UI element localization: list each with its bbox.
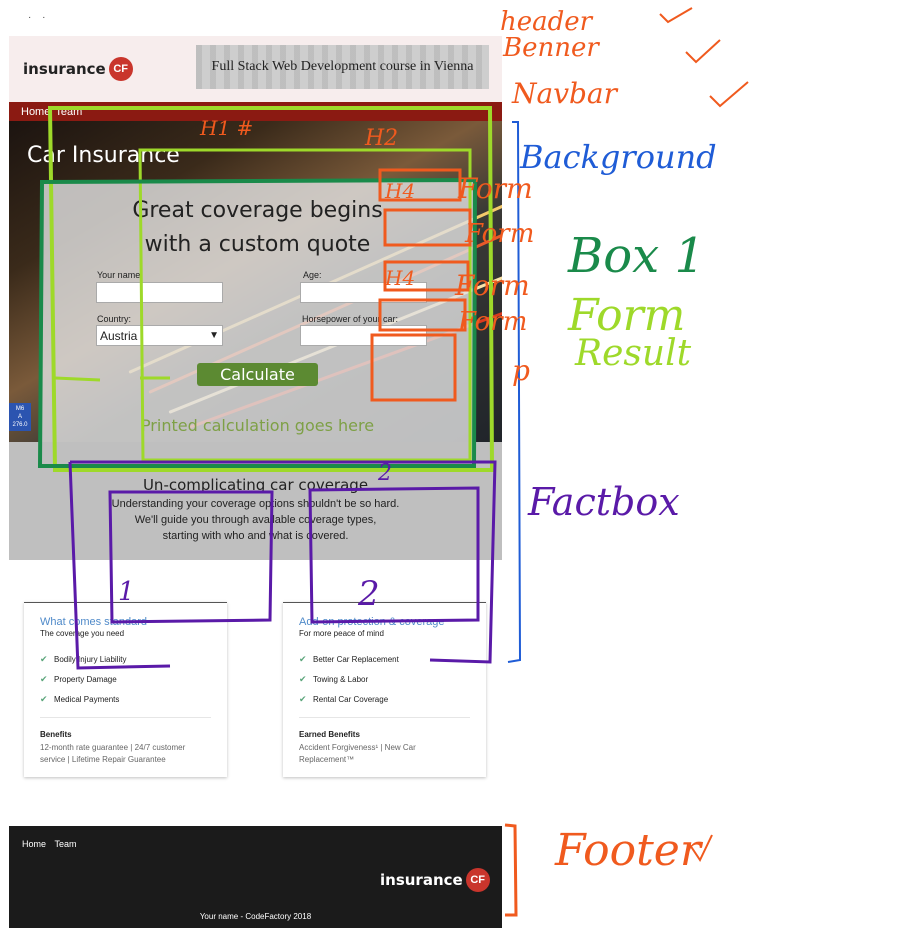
annotation-background: Background [519, 138, 717, 176]
card-subtitle: The coverage you need [40, 629, 125, 638]
check-icon: ✔ [40, 693, 48, 704]
list-item-label: Rental Car Coverage [313, 694, 389, 704]
logo-text: insurance [380, 871, 463, 889]
list-item: ✔ Property Damage [40, 669, 211, 689]
coverage-card-addon: Add-on protection & coverage For more pe… [283, 602, 486, 777]
annotation-footer: Footer [554, 825, 704, 876]
factbox: Un-complicating car coverage Understandi… [9, 442, 502, 560]
annotation-form-green: Form [567, 290, 685, 341]
benefit-text: 12-month rate guarantee | 24/7 customer … [40, 743, 186, 764]
list-item-label: Medical Payments [54, 694, 120, 704]
check-icon [709, 81, 749, 108]
logo-text: insurance [23, 60, 106, 78]
annotation-footer-bracket [504, 823, 518, 917]
annotation-background-bracket [507, 121, 522, 663]
sign-line: M6 [15, 406, 25, 412]
sign-line: 276.0 [12, 422, 28, 428]
name-input[interactable] [96, 282, 223, 303]
country-select[interactable]: Austria ▼ [96, 325, 223, 346]
benefit-text: Accident Forgiveness¹ | New Car Replacem… [299, 743, 416, 764]
coverage-list: ✔ Better Car Replacement ✔ Towing & Labor … [299, 649, 470, 709]
nav-link-home[interactable]: Home [21, 106, 50, 118]
age-label: Age: [303, 270, 322, 280]
annotation-box1: Box 1 [567, 228, 705, 284]
footer: Home Team insurance CF Your name - CodeF… [9, 826, 502, 928]
nav-link-team[interactable]: Team [55, 106, 82, 118]
list-item: ✔ Better Car Replacement [299, 649, 470, 669]
check-icon: ✔ [299, 673, 307, 684]
coverage-list: ✔ Bodily Injury Liability ✔ Property Damag… [40, 649, 211, 709]
annotation-p: p [512, 354, 530, 387]
annotation-header: header [500, 7, 594, 37]
check-icon: ✔ [40, 653, 48, 664]
form-heading: Great coverage begins with a custom quot… [42, 194, 473, 262]
divider [299, 717, 470, 718]
card-subtitle: For more peace of mind [299, 629, 384, 638]
factbox-line: starting with who and what is covered. [162, 530, 349, 542]
list-item-label: Towing & Labor [313, 674, 369, 684]
header-logo[interactable]: insurance CF [23, 57, 133, 81]
factbox-line: Understanding your coverage options shou… [111, 498, 400, 510]
logo-badge: CF [465, 868, 490, 892]
quote-form-box: Great coverage begins with a custom quot… [42, 180, 473, 442]
country-value: Austria [100, 328, 138, 343]
chevron-down-icon: ▼ [209, 330, 219, 341]
card-title: What comes standard [40, 616, 147, 628]
footer-copyright: Your name - CodeFactory 2018 [199, 912, 312, 921]
benefit-title: Earned Benefits [299, 730, 360, 739]
check-icon [659, 7, 693, 24]
annotation-result: Result [574, 333, 692, 374]
country-label: Country: [97, 314, 132, 324]
footer-link-home[interactable]: Home [22, 839, 46, 849]
road-sign: M6 A 276.0 [9, 403, 31, 431]
footer-link-team[interactable]: Team [54, 839, 76, 849]
list-item: ✔ Rental Car Coverage [299, 689, 470, 709]
result-text: Printed calculation goes here [140, 416, 375, 435]
navbar: Home Team [9, 102, 502, 121]
check-icon: ✔ [299, 653, 307, 664]
sign-line: A [17, 414, 22, 420]
name-label: Your name: [97, 270, 143, 280]
horsepower-input[interactable] [300, 325, 427, 346]
check-icon [685, 39, 721, 64]
calculate-button[interactable]: Calculate [197, 363, 318, 386]
check-icon [689, 834, 713, 863]
annotation-banner: Benner [502, 33, 600, 63]
age-input[interactable] [300, 282, 427, 303]
list-item-label: Better Car Replacement [313, 654, 399, 664]
horsepower-label: Horsepower of your car: [302, 314, 399, 324]
footer-nav: Home Team [22, 834, 80, 852]
annotation-factbox: Factbox [527, 480, 680, 524]
top-marks: · · [28, 12, 50, 23]
list-item: ✔ Medical Payments [40, 689, 211, 709]
header: insurance CF Full Stack Web Development … [9, 36, 502, 102]
factbox-title: Un-complicating car coverage [142, 476, 369, 494]
check-icon: ✔ [299, 693, 307, 704]
banner[interactable]: Full Stack Web Development course in Vie… [196, 45, 489, 89]
list-item: ✔ Bodily Injury Liability [40, 649, 211, 669]
page-title: Car Insurance [27, 143, 180, 168]
banner-text: Full Stack Web Development course in Vie… [211, 59, 474, 74]
check-icon: ✔ [40, 673, 48, 684]
form-heading-line: Great coverage begins [132, 198, 383, 223]
card-title: Add-on protection & coverage [299, 616, 445, 628]
factbox-line: We'll guide you through available covera… [134, 514, 377, 526]
list-item: ✔ Towing & Labor [299, 669, 470, 689]
list-item-label: Bodily Injury Liability [54, 654, 127, 664]
annotation-navbar: Navbar [511, 77, 619, 110]
benefit-title: Benefits [40, 730, 72, 739]
coverage-card-standard: What comes standard The coverage you nee… [24, 602, 227, 777]
logo-badge: CF [108, 57, 133, 81]
list-item-label: Property Damage [54, 674, 117, 684]
form-heading-line: with a custom quote [144, 232, 371, 257]
divider [40, 717, 211, 718]
factbox-text: Understanding your coverage options shou… [9, 496, 502, 544]
footer-logo[interactable]: insurance CF [380, 868, 490, 892]
